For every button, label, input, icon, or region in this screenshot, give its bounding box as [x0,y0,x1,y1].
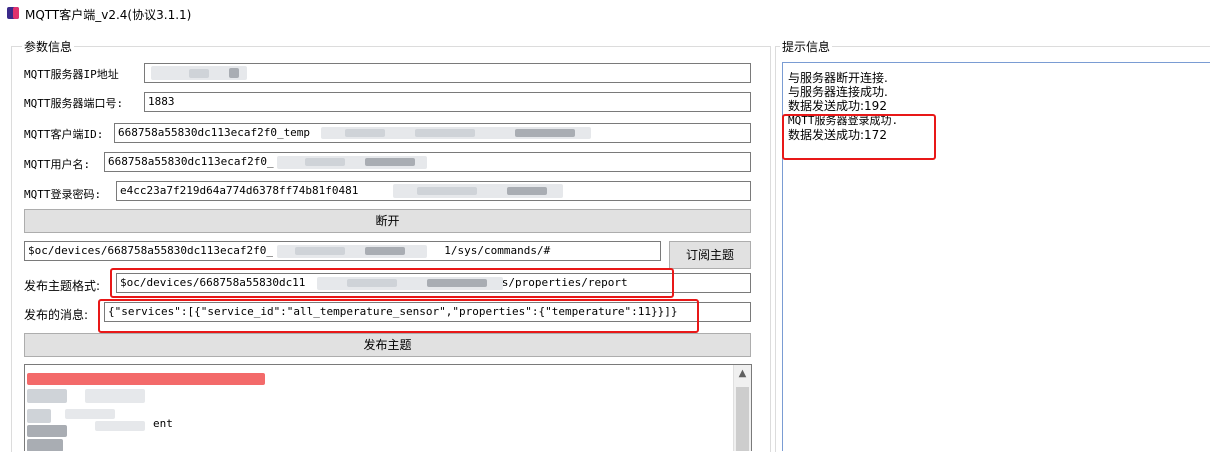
redacted-region [305,158,345,166]
password-input[interactable]: e4cc23a7f219d64a774d6378ff74b81f0481 [116,181,751,201]
redacted-region [515,129,575,137]
publish-button[interactable]: 发布主题 [24,333,751,357]
subscribe-topic-prefix: $oc/devices/668758a55830dc113ecaf2f0_ [28,244,274,257]
redacted-region [95,421,145,431]
redacted-region [65,409,115,419]
redacted-region [415,129,475,137]
subscribe-topic-suffix: 1/sys/commands/# [444,244,551,257]
redacted-region [189,69,209,78]
server-ip-label: MQTT服务器IP地址 [24,68,119,81]
messages-scrollbar[interactable]: ▲ [733,365,751,451]
disconnect-button[interactable]: 断开 [24,209,751,233]
client-id-input[interactable]: 668758a55830dc113ecaf2f0_temp [114,123,751,143]
redacted-region [27,389,67,403]
username-label: MQTT用户名: [24,158,91,171]
publish-topic-label: 发布主题格式: [24,279,101,293]
title-bar: MQTT客户端_v2.4(协议3.1.1) [0,0,1210,28]
redacted-region [417,187,477,195]
server-port-input[interactable]: 1883 [144,92,751,112]
client-id-label: MQTT客户端ID: [24,128,104,141]
params-legend: 参数信息 [22,38,75,55]
scroll-thumb[interactable] [736,387,749,451]
redacted-region [365,158,415,166]
subscribe-topic-input[interactable]: $oc/devices/668758a55830dc113ecaf2f0_ 1/… [24,241,661,261]
redacted-region [85,389,145,403]
app-icon [7,7,19,19]
redacted-region [345,129,385,137]
server-port-label: MQTT服务器端口号: [24,97,124,110]
tips-legend: 提示信息 [780,38,833,55]
publish-message-highlight [98,299,699,333]
redacted-region [507,187,547,195]
redacted-region [229,68,239,78]
window-title: MQTT客户端_v2.4(协议3.1.1) [25,8,192,22]
scroll-up-arrow-icon[interactable]: ▲ [734,365,751,382]
redacted-region [27,439,63,451]
username-input[interactable]: 668758a55830dc113ecaf2f0_ [104,152,751,172]
redacted-region [27,409,51,423]
username-value: 668758a55830dc113ecaf2f0_ [108,155,274,168]
server-port-value: 1883 [148,95,175,108]
tips-highlight [782,114,936,160]
publish-topic-highlight [110,268,674,298]
password-label: MQTT登录密码: [24,188,102,201]
publish-message-label: 发布的消息: [24,308,89,322]
subscribe-button[interactable]: 订阅主题 [669,241,751,269]
redacted-region [27,373,265,385]
received-messages-area[interactable]: ent ▲ [24,364,752,451]
client-id-value: 668758a55830dc113ecaf2f0_temp [118,126,311,139]
server-ip-input[interactable] [144,63,751,83]
redacted-region [365,247,405,255]
redacted-region [27,425,67,437]
redacted-region [295,247,345,255]
password-value: e4cc23a7f219d64a774d6378ff74b81f0481 [120,184,359,197]
received-message-fragment: ent [153,417,173,430]
